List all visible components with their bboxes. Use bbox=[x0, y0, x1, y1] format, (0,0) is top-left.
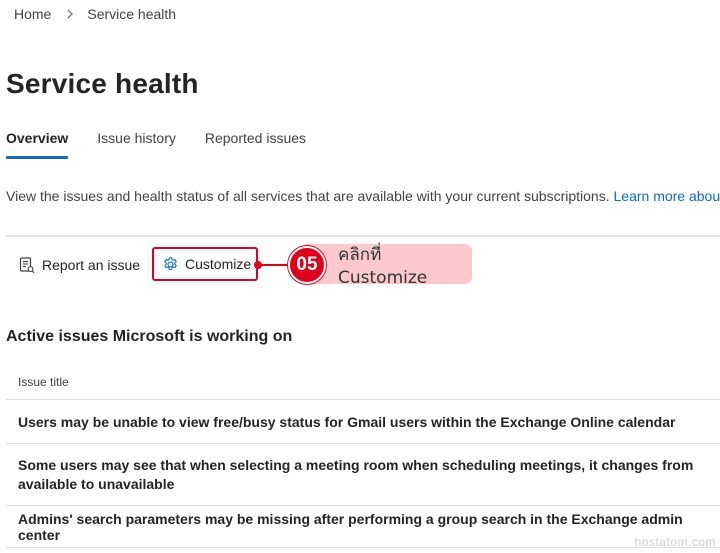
annotation-step-badge: 05 bbox=[288, 246, 326, 284]
issue-title: Some users may see that when selecting a… bbox=[18, 456, 694, 492]
breadcrumb: Home Service health bbox=[14, 5, 176, 23]
breadcrumb-home[interactable]: Home bbox=[14, 6, 51, 22]
tab-reported-issues[interactable]: Reported issues bbox=[205, 128, 306, 162]
customize-label: Customize bbox=[185, 256, 252, 272]
issues-table: Issue title Users may be unable to view … bbox=[6, 364, 720, 548]
chevron-right-icon bbox=[65, 9, 75, 19]
breadcrumb-current: Service health bbox=[87, 6, 177, 22]
gear-icon bbox=[161, 255, 179, 273]
watermark: hostatom.com bbox=[634, 535, 716, 549]
tab-issue-history[interactable]: Issue history bbox=[97, 128, 176, 162]
tab-overview[interactable]: Overview bbox=[6, 128, 69, 162]
divider bbox=[6, 235, 720, 237]
report-document-icon bbox=[18, 256, 36, 274]
column-header-issue-title[interactable]: Issue title bbox=[6, 364, 720, 400]
learn-more-link[interactable]: Learn more about bbox=[614, 188, 720, 204]
issue-title: Users may be unable to view free/busy st… bbox=[18, 413, 676, 430]
active-issues-heading: Active issues Microsoft is working on bbox=[6, 328, 293, 345]
table-row[interactable]: Users may be unable to view free/busy st… bbox=[6, 400, 720, 444]
table-row[interactable]: Some users may see that when selecting a… bbox=[6, 444, 720, 506]
report-issue-button[interactable]: Report an issue bbox=[18, 250, 140, 280]
customize-button[interactable]: Customize bbox=[152, 247, 258, 281]
description-text: View the issues and health status of all… bbox=[6, 188, 614, 204]
table-row[interactable]: Admins' search parameters may be missing… bbox=[6, 506, 720, 548]
annotation-dot bbox=[254, 261, 262, 269]
report-issue-label: Report an issue bbox=[42, 257, 141, 273]
page-title: Service health bbox=[6, 68, 199, 99]
tab-bar: Overview Issue history Reported issues bbox=[6, 128, 335, 162]
page-description: View the issues and health status of all… bbox=[6, 188, 720, 204]
annotation-text: คลิกที่ Customize bbox=[338, 244, 428, 288]
issue-title: Admins' search parameters may be missing… bbox=[18, 510, 683, 543]
